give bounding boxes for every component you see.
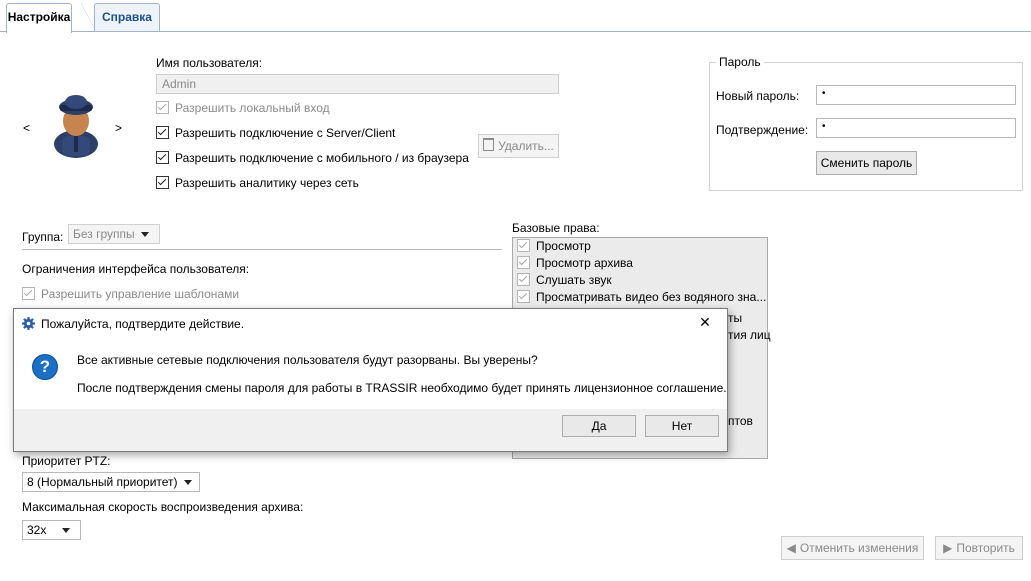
no-button[interactable]: Нет	[645, 415, 719, 437]
allow-templates-checkbox: Разрешить управление шаблонами	[22, 287, 239, 301]
checkbox-mark[interactable]	[517, 239, 530, 252]
group-label: Группа:	[22, 230, 64, 244]
checkbox-mark[interactable]	[517, 290, 530, 303]
divider	[22, 249, 502, 250]
dialog-message-secondary: После подтверждения смены пароля для раб…	[77, 381, 727, 395]
restrictions-title: Ограничения интерфейса пользователя:	[22, 262, 250, 276]
list-item[interactable]: Просмотр архива	[513, 255, 767, 272]
checkbox-mark[interactable]	[517, 256, 530, 269]
chevron-down-icon	[183, 480, 192, 485]
right-partial-text: ты	[728, 311, 743, 325]
allow-network-analytics-checkbox[interactable]: Разрешить аналитику через сеть	[156, 176, 359, 190]
checkbox-label: Разрешить локальный вход	[175, 101, 330, 115]
rights-title: Базовые права:	[512, 221, 600, 235]
playback-speed-select[interactable]: 32x	[22, 520, 81, 540]
list-item[interactable]: Слушать звук	[513, 272, 767, 289]
group-select-value: Без группы	[73, 227, 135, 241]
confirm-password-input[interactable]: •	[816, 118, 1016, 138]
new-password-label: Новый пароль:	[716, 89, 800, 103]
playback-speed-label: Максимальная скорость воспроизведения ар…	[22, 500, 304, 514]
right-partial-text: птов	[728, 414, 753, 428]
dialog-body: ? Все активные сетевые подключения польз…	[14, 339, 727, 409]
undo-arrow-icon: ◀	[786, 541, 796, 555]
tab-settings[interactable]: Настройка	[6, 3, 72, 33]
confirm-password-label: Подтверждение:	[716, 123, 809, 137]
ptz-priority-label: Приоритет PTZ:	[22, 454, 111, 468]
right-label: Просматривать видео без водяного зна...	[536, 290, 767, 304]
change-password-button[interactable]: Сменить пароль	[816, 151, 917, 175]
redo-arrow-icon: ▶	[943, 541, 953, 555]
right-label: Слушать звук	[536, 273, 612, 287]
undo-changes-button[interactable]: ◀ Отменить изменения	[781, 536, 924, 560]
ptz-priority-select[interactable]: 8 (Нормальный приоритет)	[22, 472, 200, 492]
gear-icon	[22, 317, 35, 330]
checkbox-label: Разрешить подключение с мобильного / из …	[175, 151, 469, 165]
prev-user-button[interactable]: <	[23, 121, 30, 135]
avatar	[48, 90, 104, 158]
allow-local-login-checkbox: Разрешить локальный вход	[156, 101, 330, 115]
checkbox-mark[interactable]	[156, 176, 169, 189]
tab-help[interactable]: Справка	[81, 3, 160, 31]
list-item[interactable]: Просматривать видео без водяного зна...	[513, 289, 767, 306]
ptz-select-value: 8 (Нормальный приоритет)	[27, 475, 178, 489]
group-select[interactable]: Без группы	[68, 224, 160, 244]
dialog-title: Пожалуйста, подтвердите действие.	[41, 317, 245, 331]
right-partial-text: тия лиц	[728, 328, 771, 342]
checkbox-mark[interactable]	[517, 273, 530, 286]
redo-label: Повторить	[956, 541, 1015, 555]
checkbox-mark	[22, 287, 35, 300]
checkbox-mark[interactable]	[156, 151, 169, 164]
allow-mobile-browser-checkbox[interactable]: Разрешить подключение с мобильного / из …	[156, 151, 469, 165]
checkbox-label: Разрешить подключение с Server/Client	[175, 126, 396, 140]
right-label: Просмотр	[536, 239, 591, 253]
dialog-titlebar: Пожалуйста, подтвердите действие. ✕	[14, 309, 727, 339]
question-icon: ?	[32, 354, 58, 380]
right-label: Просмотр архива	[536, 256, 633, 270]
checkbox-label: Разрешить управление шаблонами	[41, 287, 240, 301]
list-item[interactable]: Просмотр	[513, 238, 767, 255]
delete-user-button[interactable]: Удалить...	[478, 134, 559, 158]
confirm-dialog: Пожалуйста, подтвердите действие. ✕ ? Вс…	[13, 308, 728, 452]
trash-icon	[483, 138, 495, 151]
speed-select-value: 32x	[27, 523, 47, 537]
user-avatar-icon	[54, 95, 98, 158]
redo-button[interactable]: ▶ Повторить	[935, 536, 1023, 560]
next-user-button[interactable]: >	[115, 121, 122, 135]
username-field: Admin	[156, 74, 559, 94]
checkbox-mark[interactable]	[156, 126, 169, 139]
close-icon[interactable]: ✕	[697, 314, 713, 332]
allow-server-client-checkbox[interactable]: Разрешить подключение с Server/Client	[156, 126, 395, 140]
username-label: Имя пользователя:	[156, 56, 263, 70]
new-password-input[interactable]: •	[816, 85, 1016, 105]
yes-button[interactable]: Да	[562, 415, 636, 437]
dialog-message-primary: Все активные сетевые подключения пользов…	[77, 353, 538, 367]
checkbox-label: Разрешить аналитику через сеть	[175, 176, 359, 190]
password-group-title: Пароль	[716, 55, 764, 69]
delete-label: Удалить...	[498, 139, 554, 153]
checkbox-mark	[156, 101, 169, 114]
chevron-down-icon	[62, 528, 71, 533]
chevron-down-icon	[140, 232, 149, 237]
undo-label: Отменить изменения	[799, 541, 919, 555]
